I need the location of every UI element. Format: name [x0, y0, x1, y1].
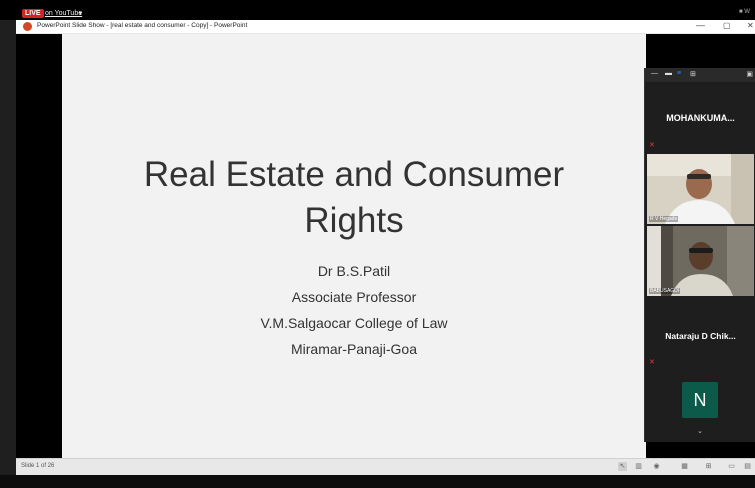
participant-name: Nataraju D Chik...	[665, 331, 736, 341]
normal-view-icon[interactable]: ▭	[727, 462, 736, 471]
participant-video-image	[647, 154, 754, 224]
slide-sorter-icon[interactable]: ⊞	[704, 462, 713, 471]
powerpoint-icon	[23, 22, 32, 31]
powerpoint-status-bar: Slide 1 of 26 ↖ ▥ ◉ ▦ ⊞ ▭ ▤	[16, 458, 755, 475]
maximize-button[interactable]: ▢	[723, 21, 731, 30]
mute-icon: ✕	[649, 359, 655, 366]
participant-video[interactable]: BABUSAGDI	[647, 226, 754, 296]
video-name-label: R V Hegade	[649, 216, 679, 222]
gallery-options-icon[interactable]: ▣	[746, 70, 753, 78]
slide[interactable]: Real Estate and Consumer Rights Dr B.S.P…	[62, 34, 646, 458]
gallery-toolbar: — ▬ ≡ ⊞ ▣	[645, 68, 755, 82]
video-gallery-panel: — ▬ ≡ ⊞ ▣ MOHANKUMA... ✕ R V Hegade BABU…	[644, 68, 755, 442]
speaker-view-icon[interactable]: ▬	[665, 70, 672, 77]
live-badge: LIVE	[22, 9, 44, 18]
participant-video-image	[647, 226, 754, 296]
notes-icon[interactable]: ▥	[634, 462, 643, 471]
minimize-gallery-icon[interactable]: —	[651, 70, 658, 77]
reading-view-icon[interactable]: ▤	[743, 462, 752, 471]
participant-tile[interactable]: Nataraju D Chik... ✕	[645, 300, 755, 370]
slide-counter: Slide 1 of 26	[21, 463, 55, 469]
participant-avatar[interactable]: N	[682, 382, 718, 418]
grid-view-icon[interactable]: ⊞	[690, 70, 696, 78]
bottom-strip	[0, 475, 755, 488]
slide-subtitle-block: Dr B.S.Patil Associate Professor V.M.Sal…	[62, 258, 646, 362]
slide-location: Miramar-Panaji-Goa	[290, 341, 418, 357]
video-name-label: BABUSAGDI	[649, 288, 681, 294]
strip-view-icon[interactable]: ≡	[677, 70, 681, 77]
chevron-down-icon[interactable]: ⌄	[697, 427, 703, 435]
slide-title: Real Estate and Consumer Rights	[143, 155, 565, 240]
slide-position: Associate Professor	[291, 289, 417, 305]
window-titlebar: PowerPoint Slide Show - [real estate and…	[16, 20, 755, 34]
slide-institution: V.M.Salgaocar College of Law	[260, 315, 448, 331]
corner-indicator: ■ W	[739, 9, 750, 15]
close-button[interactable]: ✕	[747, 21, 754, 30]
participant-video[interactable]: R V Hegade	[647, 154, 754, 224]
pointer-icon[interactable]: ↖	[618, 462, 627, 471]
grid-icon[interactable]: ▦	[680, 462, 689, 471]
mute-icon: ✕	[649, 142, 655, 149]
minimize-button[interactable]: —	[696, 20, 705, 30]
window-title: PowerPoint Slide Show - [real estate and…	[37, 22, 248, 29]
settings-icon[interactable]: ◉	[652, 462, 661, 471]
participant-name: MOHANKUMA...	[666, 113, 735, 123]
youtube-stream-link[interactable]: on YouTube	[45, 10, 82, 17]
participant-tile[interactable]: MOHANKUMA... ✕	[645, 82, 755, 152]
chevron-down-icon[interactable]: ▾	[79, 10, 82, 17]
slide-author: Dr B.S.Patil	[317, 263, 391, 279]
broadcast-bar: LIVE on YouTube ▾ ■ W	[0, 0, 755, 20]
